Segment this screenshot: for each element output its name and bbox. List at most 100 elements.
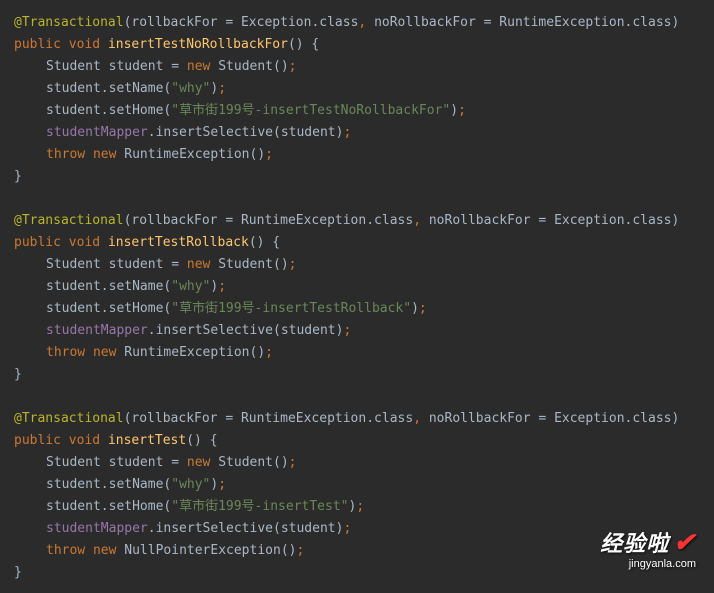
method-call: setHome	[109, 103, 164, 118]
variable: student	[281, 521, 336, 536]
code-line: student.setHome("草市街199号-insertTestRollb…	[14, 298, 714, 320]
code-line: }	[14, 364, 714, 386]
code-line: @Transactional(rollbackFor = Exception.c…	[14, 12, 714, 34]
keyword: throw	[46, 345, 85, 360]
keyword: new	[187, 455, 210, 470]
constructor: Student	[218, 59, 273, 74]
code-line: student.setName("why");	[14, 474, 714, 496]
method-call: setName	[109, 477, 164, 492]
param-name: rollbackFor	[131, 15, 217, 30]
variable: student	[46, 301, 101, 316]
class-kw: .class	[625, 411, 672, 426]
keyword: public	[14, 235, 61, 250]
keyword: new	[187, 257, 210, 272]
string-literal: "草市街199号-insertTestNoRollbackFor"	[171, 103, 450, 118]
code-line: public void insertTestRollback() {	[14, 232, 714, 254]
method-name: insertTestNoRollbackFor	[108, 37, 288, 52]
variable: student	[46, 81, 101, 96]
variable: student	[46, 499, 101, 514]
exception-type: NullPointerException	[124, 543, 281, 558]
variable: student	[46, 103, 101, 118]
variable: student	[109, 257, 164, 272]
variable: student	[281, 323, 336, 338]
code-line: throw new RuntimeException();	[14, 342, 714, 364]
constructor: Student	[218, 455, 273, 470]
class-ref: RuntimeException	[241, 213, 366, 228]
class-ref: Exception	[554, 213, 624, 228]
class-ref: RuntimeException	[241, 411, 366, 426]
annotation: @Transactional	[14, 213, 124, 228]
string-literal: "why"	[171, 81, 210, 96]
field: studentMapper	[46, 323, 148, 338]
method-call: setName	[109, 279, 164, 294]
code-line: Student student = new Student();	[14, 452, 714, 474]
class-ref: Exception	[554, 411, 624, 426]
class-kw: .class	[366, 411, 413, 426]
code-editor[interactable]: @Transactional(rollbackFor = Exception.c…	[0, 12, 714, 584]
class-kw: .class	[625, 213, 672, 228]
annotation: @Transactional	[14, 15, 124, 30]
constructor: Student	[218, 257, 273, 272]
variable: student	[281, 125, 336, 140]
code-line: studentMapper.insertSelective(student);	[14, 320, 714, 342]
watermark-url: jingyanla.com	[600, 553, 696, 575]
code-line: Student student = new Student();	[14, 254, 714, 276]
code-line: studentMapper.insertSelective(student);	[14, 122, 714, 144]
code-line: @Transactional(rollbackFor = RuntimeExce…	[14, 408, 714, 430]
code-line: public void insertTest() {	[14, 430, 714, 452]
code-line: student.setHome("草市街199号-insertTestNoRol…	[14, 100, 714, 122]
code-line: student.setHome("草市街199号-insertTest");	[14, 496, 714, 518]
class-kw: .class	[311, 15, 358, 30]
string-literal: "草市街199号-insertTestRollback"	[171, 301, 411, 316]
code-line: student.setName("why");	[14, 276, 714, 298]
watermark: 经验啦✔ jingyanla.com	[600, 531, 696, 575]
method-call: insertSelective	[156, 125, 273, 140]
blank-line	[14, 386, 714, 408]
code-line: throw new RuntimeException();	[14, 144, 714, 166]
code-line: @Transactional(rollbackFor = RuntimeExce…	[14, 210, 714, 232]
method-call: setName	[109, 81, 164, 96]
param-name: noRollbackFor	[429, 411, 531, 426]
variable: student	[109, 455, 164, 470]
method-name: insertTestRollback	[108, 235, 249, 250]
method-call: setHome	[109, 499, 164, 514]
variable: student	[109, 59, 164, 74]
class-kw: .class	[366, 213, 413, 228]
keyword: new	[93, 543, 116, 558]
exception-type: RuntimeException	[124, 345, 249, 360]
keyword: void	[69, 433, 100, 448]
code-line: student.setName("why");	[14, 78, 714, 100]
param-name: noRollbackFor	[374, 15, 476, 30]
variable: student	[46, 279, 101, 294]
field: studentMapper	[46, 125, 148, 140]
class-ref: RuntimeException	[499, 15, 624, 30]
keyword: void	[69, 235, 100, 250]
method-name: insertTest	[108, 433, 186, 448]
param-name: rollbackFor	[131, 411, 217, 426]
keyword: throw	[46, 543, 85, 558]
string-literal: "why"	[171, 279, 210, 294]
param-name: rollbackFor	[131, 213, 217, 228]
keyword: throw	[46, 147, 85, 162]
keyword: public	[14, 433, 61, 448]
keyword: new	[93, 147, 116, 162]
keyword: new	[187, 59, 210, 74]
code-line: public void insertTestNoRollbackFor() {	[14, 34, 714, 56]
blank-line	[14, 188, 714, 210]
method-call: insertSelective	[156, 323, 273, 338]
exception-type: RuntimeException	[124, 147, 249, 162]
type: Student	[46, 257, 101, 272]
string-literal: "why"	[171, 477, 210, 492]
code-line: }	[14, 166, 714, 188]
annotation: @Transactional	[14, 411, 124, 426]
class-kw: .class	[625, 15, 672, 30]
type: Student	[46, 455, 101, 470]
param-name: noRollbackFor	[429, 213, 531, 228]
keyword: public	[14, 37, 61, 52]
keyword: new	[93, 345, 116, 360]
method-call: setHome	[109, 301, 164, 316]
method-call: insertSelective	[156, 521, 273, 536]
code-line: Student student = new Student();	[14, 56, 714, 78]
variable: student	[46, 477, 101, 492]
field: studentMapper	[46, 521, 148, 536]
